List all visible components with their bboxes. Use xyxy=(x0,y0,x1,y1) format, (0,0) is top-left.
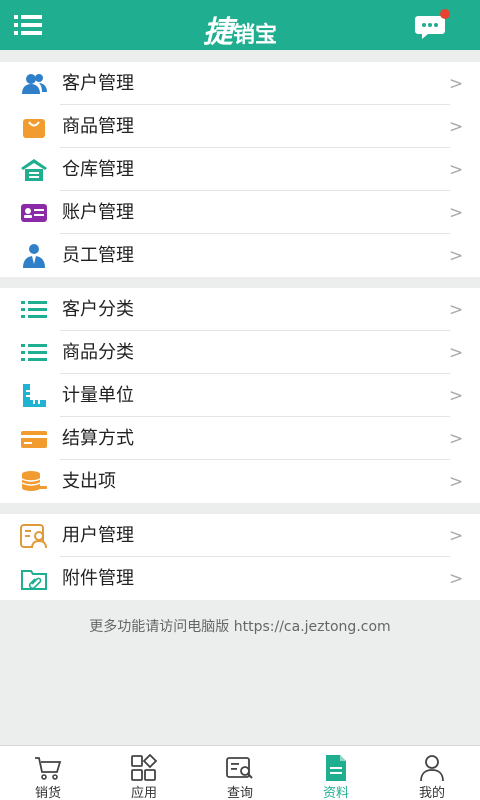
chevron-right-icon: > xyxy=(449,472,464,492)
coins-icon xyxy=(20,468,48,496)
menu-item-product-category[interactable]: 商品分类 > xyxy=(0,331,480,374)
logo-text: 销宝 xyxy=(232,23,277,48)
menu-item-employee-management[interactable]: 员工管理 > xyxy=(0,234,480,277)
id-card-icon xyxy=(20,199,48,227)
chevron-right-icon: > xyxy=(449,386,464,406)
customers-icon xyxy=(20,70,48,98)
menu-item-user-management[interactable]: 用户管理 > xyxy=(0,514,480,557)
tab-label: 资料 xyxy=(322,786,349,800)
settings-menu: 客户管理 > 商品管理 > 仓库管理 > 账户管理 > 员工管理 > 客户分类 … xyxy=(0,62,480,611)
menu-item-product-management[interactable]: 商品管理 > xyxy=(0,105,480,148)
menu-item-warehouse-management[interactable]: 仓库管理 > xyxy=(0,148,480,191)
notification-badge xyxy=(440,9,450,19)
menu-group-system: 用户管理 > 附件管理 > xyxy=(0,514,480,600)
menu-item-label: 客户分类 xyxy=(62,299,134,320)
attachment-folder-icon xyxy=(20,565,48,593)
menu-item-settlement-method[interactable]: 结算方式 > xyxy=(0,417,480,460)
cart-icon xyxy=(34,754,62,782)
credit-card-icon xyxy=(20,425,48,453)
list-icon xyxy=(20,339,48,367)
tab-apps[interactable]: 应用 xyxy=(96,746,192,800)
menu-item-label: 支出项 xyxy=(62,471,116,492)
chevron-right-icon: > xyxy=(449,74,464,94)
user-profile-icon xyxy=(20,522,48,550)
tab-mine[interactable]: 我的 xyxy=(384,746,480,800)
menu-item-label: 员工管理 xyxy=(62,245,134,266)
chevron-right-icon: > xyxy=(449,160,464,180)
tab-label: 我的 xyxy=(418,786,445,800)
menu-item-account-management[interactable]: 账户管理 > xyxy=(0,191,480,234)
menu-item-label: 仓库管理 xyxy=(62,159,134,180)
desktop-version-note: 更多功能请访问电脑版 https://ca.jeztong.com xyxy=(89,619,391,635)
tab-label: 销货 xyxy=(34,786,61,800)
chevron-right-icon: > xyxy=(449,569,464,589)
menu-item-customer-management[interactable]: 客户管理 > xyxy=(0,62,480,105)
app-logo: 捷销宝 xyxy=(0,7,480,51)
chevron-right-icon: > xyxy=(449,526,464,546)
ruler-icon xyxy=(20,382,48,410)
document-icon xyxy=(322,754,350,782)
menu-item-label: 计量单位 xyxy=(62,385,134,406)
menu-item-label: 用户管理 xyxy=(62,525,134,546)
tab-data[interactable]: 资料 xyxy=(288,746,384,800)
menu-group-settings: 客户分类 > 商品分类 > 计量单位 > 结算方式 > 支出项 > xyxy=(0,288,480,503)
list-icon xyxy=(20,296,48,324)
chevron-right-icon: > xyxy=(449,429,464,449)
menu-item-attachment-management[interactable]: 附件管理 > xyxy=(0,557,480,600)
tab-label: 查询 xyxy=(226,786,253,800)
employee-icon xyxy=(20,242,48,270)
chat-bubble-icon[interactable] xyxy=(414,8,452,42)
tab-sales[interactable]: 销货 xyxy=(0,746,96,800)
chevron-right-icon: > xyxy=(449,343,464,363)
app-header: 捷销宝 xyxy=(0,0,480,50)
warehouse-icon xyxy=(20,156,48,184)
menu-item-label: 附件管理 xyxy=(62,568,134,589)
menu-item-label: 商品分类 xyxy=(62,342,134,363)
menu-item-label: 客户管理 xyxy=(62,73,134,94)
shopping-bag-icon xyxy=(20,113,48,141)
menu-item-label: 结算方式 xyxy=(62,428,134,449)
tab-label: 应用 xyxy=(130,786,157,800)
menu-item-label: 账户管理 xyxy=(62,202,134,223)
chevron-right-icon: > xyxy=(449,117,464,137)
logo-mark: 捷 xyxy=(202,15,233,50)
bottom-tab-bar: 销货 应用 查询 资料 我的 xyxy=(0,745,480,800)
chevron-right-icon: > xyxy=(449,203,464,223)
apps-icon xyxy=(130,754,158,782)
menu-item-expense-item[interactable]: 支出项 > xyxy=(0,460,480,503)
chevron-right-icon: > xyxy=(449,246,464,266)
menu-item-label: 商品管理 xyxy=(62,116,134,137)
menu-group-management: 客户管理 > 商品管理 > 仓库管理 > 账户管理 > 员工管理 > xyxy=(0,62,480,277)
search-doc-icon xyxy=(226,754,254,782)
chevron-right-icon: > xyxy=(449,300,464,320)
tab-query[interactable]: 查询 xyxy=(192,746,288,800)
menu-item-customer-category[interactable]: 客户分类 > xyxy=(0,288,480,331)
person-icon xyxy=(418,754,446,782)
menu-item-measurement-unit[interactable]: 计量单位 > xyxy=(0,374,480,417)
